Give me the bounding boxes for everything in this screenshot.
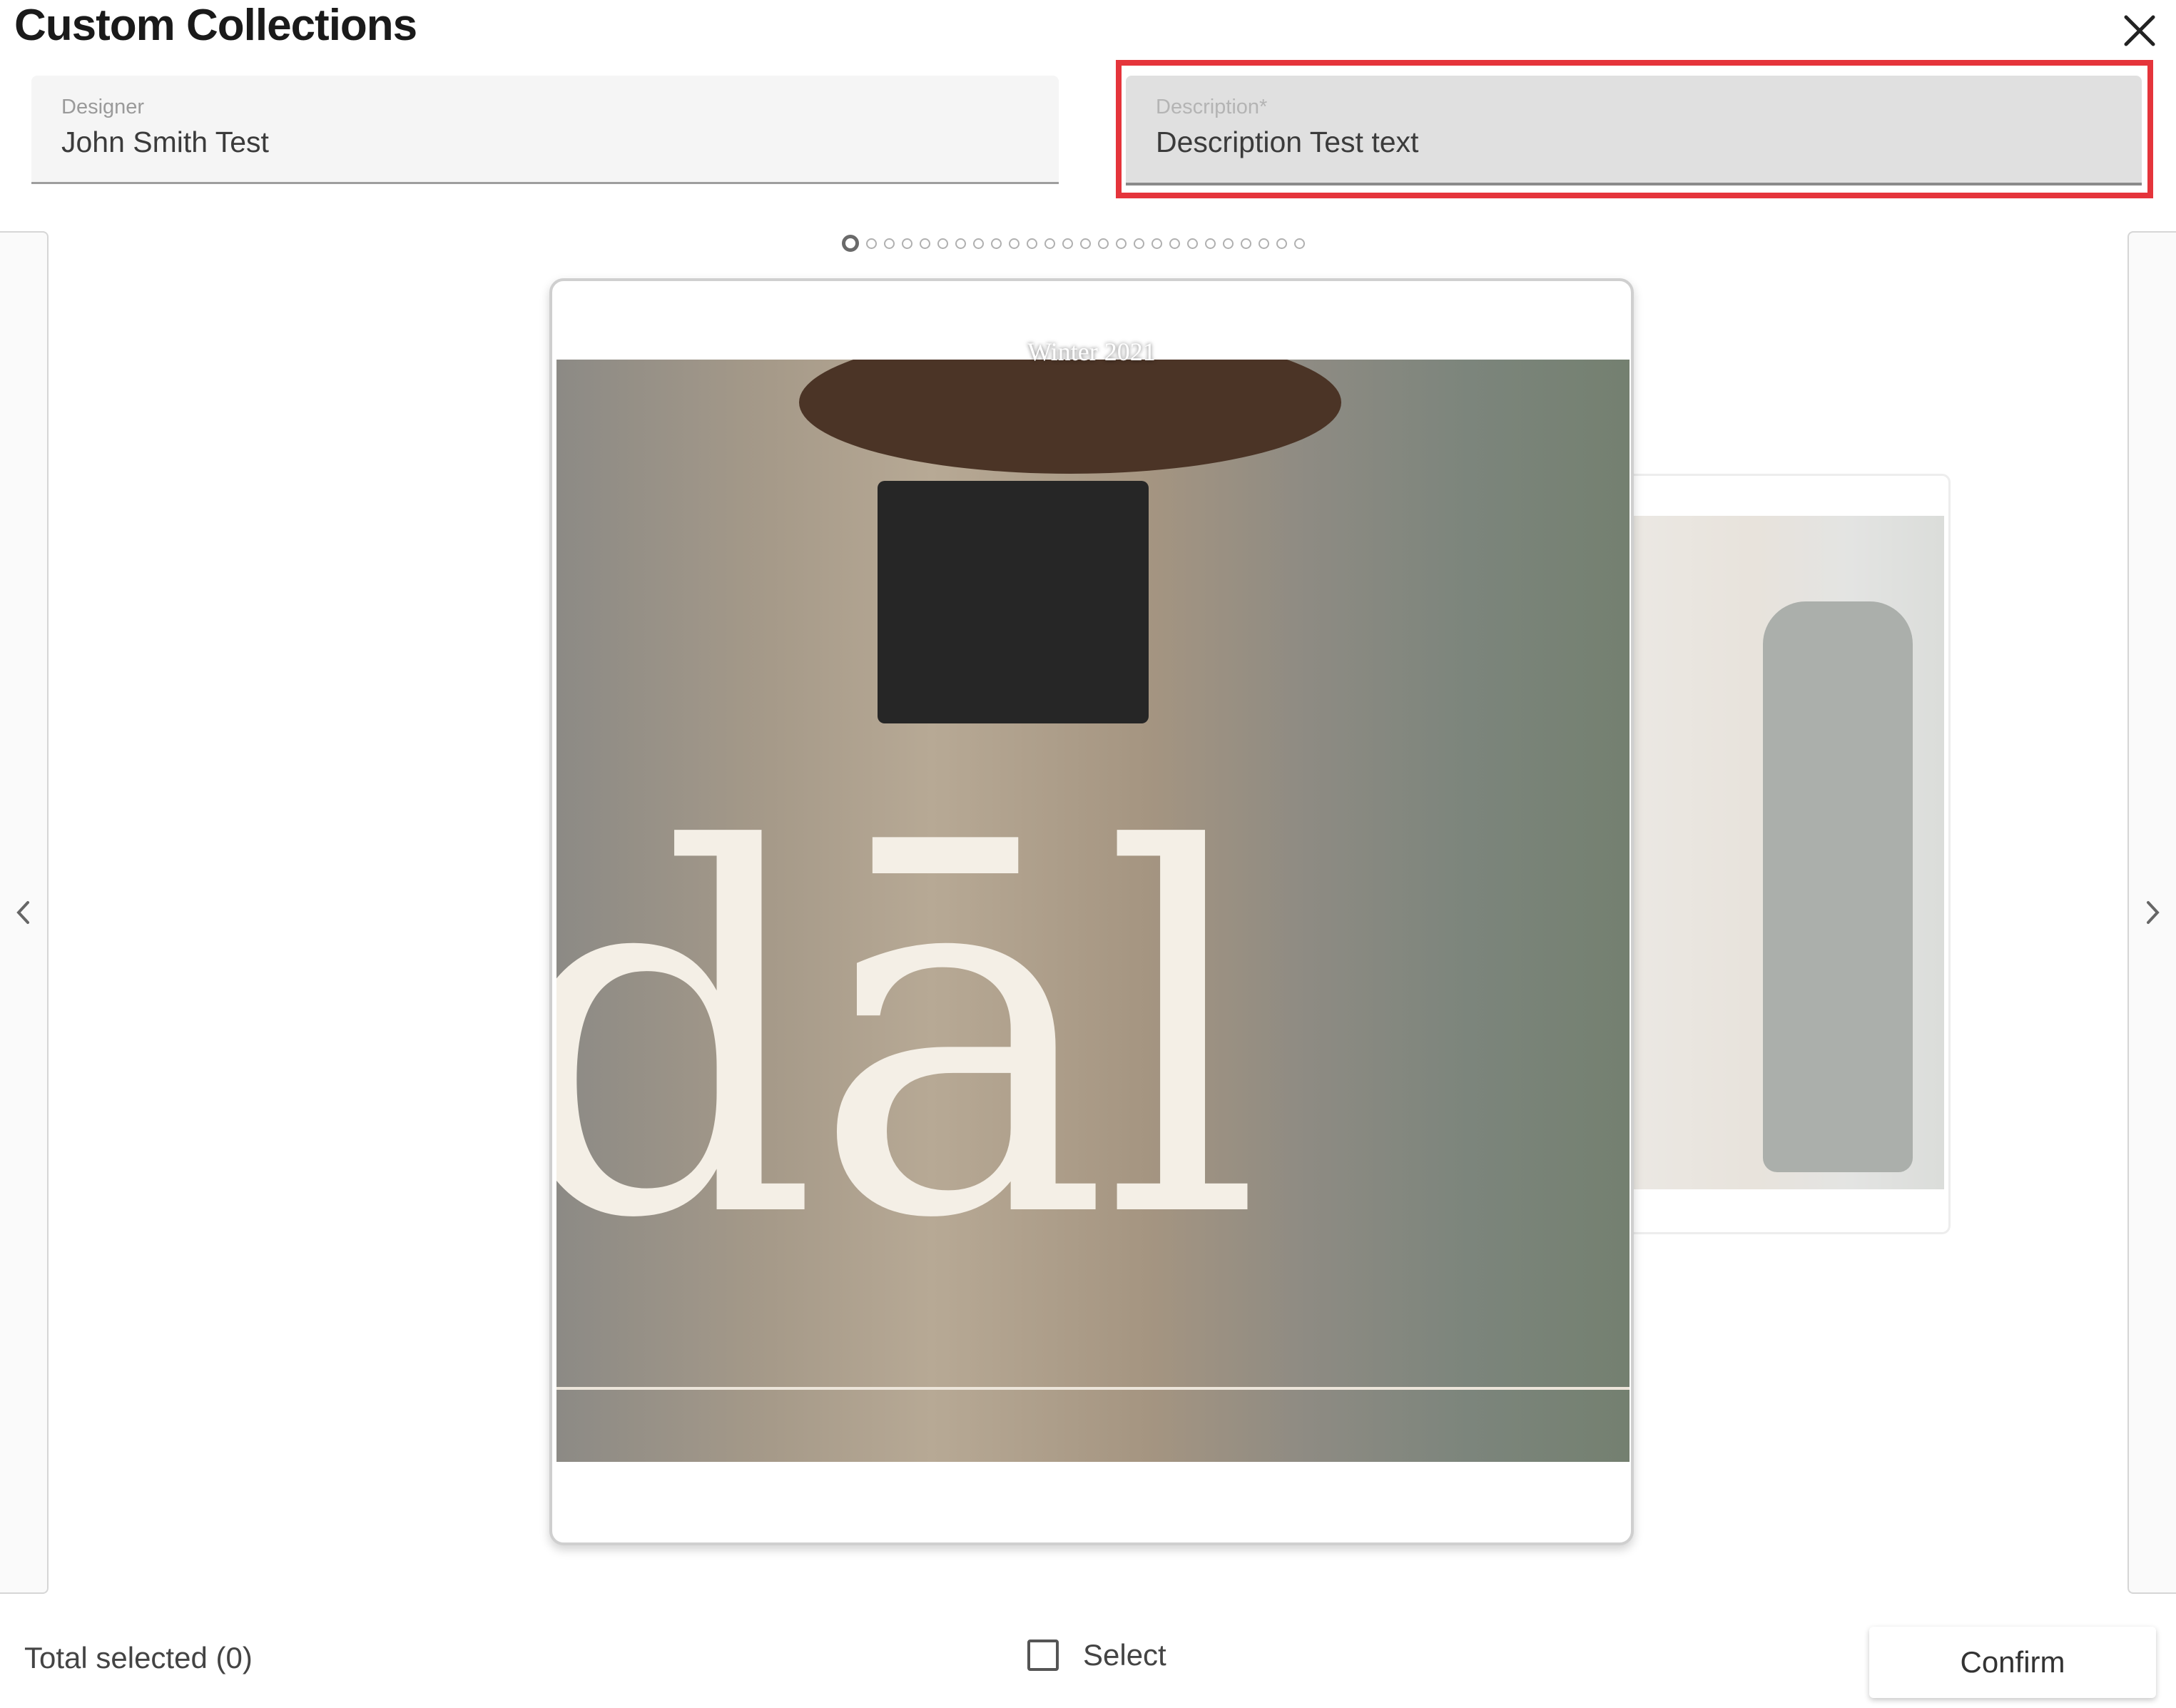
pagination-dot[interactable] bbox=[1116, 238, 1127, 249]
description-label: Description* bbox=[1156, 96, 1268, 118]
pagination-dot[interactable] bbox=[1169, 238, 1180, 249]
description-field[interactable]: Description* bbox=[1126, 76, 2142, 185]
card-caption: Winter 2021 bbox=[1027, 337, 1156, 366]
total-selected-label: Total selected (0) bbox=[24, 1641, 253, 1674]
pagination-dot[interactable] bbox=[1276, 238, 1287, 249]
pagination-dot[interactable] bbox=[937, 238, 948, 249]
photo-top bbox=[878, 481, 1149, 723]
pagination-dot[interactable] bbox=[955, 238, 966, 249]
carousel-pagination[interactable] bbox=[842, 233, 1305, 254]
pagination-dot[interactable] bbox=[1223, 238, 1234, 249]
chevron-right-icon[interactable] bbox=[2144, 900, 2161, 925]
pagination-dot[interactable] bbox=[991, 238, 1002, 249]
pagination-dot[interactable] bbox=[1294, 238, 1305, 249]
pagination-dot[interactable] bbox=[1205, 238, 1216, 249]
photo-hair bbox=[799, 360, 1341, 474]
pagination-dot[interactable] bbox=[1062, 238, 1073, 249]
pagination-dot[interactable] bbox=[1009, 238, 1020, 249]
close-button[interactable] bbox=[2115, 6, 2165, 56]
pagination-dot[interactable] bbox=[902, 238, 912, 249]
pagination-dot[interactable] bbox=[866, 238, 877, 249]
dialog-title: Custom Collections bbox=[14, 1, 417, 50]
close-icon[interactable] bbox=[2123, 14, 2156, 47]
pagination-dot[interactable] bbox=[842, 235, 859, 252]
pagination-dot[interactable] bbox=[1098, 238, 1109, 249]
pagination-dot[interactable] bbox=[1241, 238, 1251, 249]
pagination-dot[interactable] bbox=[1080, 238, 1091, 249]
pagination-dot[interactable] bbox=[1187, 238, 1198, 249]
confirm-button[interactable]: Confirm bbox=[1869, 1627, 2156, 1698]
chevron-left-icon[interactable] bbox=[15, 900, 32, 925]
pagination-dot[interactable] bbox=[1044, 238, 1055, 249]
pagination-dot[interactable] bbox=[884, 238, 895, 249]
select-label: Select bbox=[1083, 1638, 1166, 1672]
pagination-dot[interactable] bbox=[973, 238, 984, 249]
designer-label: Designer bbox=[61, 96, 145, 118]
pagination-dot[interactable] bbox=[1134, 238, 1144, 249]
select-checkbox[interactable] bbox=[1027, 1640, 1059, 1671]
carousel-current-card[interactable]: Winter 2021 dāl bbox=[549, 278, 1634, 1545]
card-photo: dāl bbox=[556, 360, 1630, 1462]
pagination-dot[interactable] bbox=[1027, 238, 1037, 249]
pagination-dot[interactable] bbox=[920, 238, 930, 249]
description-input[interactable] bbox=[1156, 126, 2070, 159]
pagination-dot[interactable] bbox=[1259, 238, 1269, 249]
dress-figure bbox=[1763, 601, 1913, 1172]
designer-field[interactable]: Designer bbox=[31, 76, 1059, 184]
carousel-next-card[interactable] bbox=[1625, 474, 1951, 1234]
carousel-prev-button[interactable] bbox=[0, 231, 49, 1594]
designer-input[interactable] bbox=[61, 126, 986, 159]
select-control[interactable]: Select bbox=[1027, 1638, 1166, 1672]
carousel-next-button[interactable] bbox=[2127, 231, 2176, 1594]
next-card-photo bbox=[1627, 516, 1944, 1189]
pagination-dot[interactable] bbox=[1151, 238, 1162, 249]
photo-divider bbox=[556, 1387, 1630, 1390]
card-image-text: dāl bbox=[556, 746, 1262, 1328]
